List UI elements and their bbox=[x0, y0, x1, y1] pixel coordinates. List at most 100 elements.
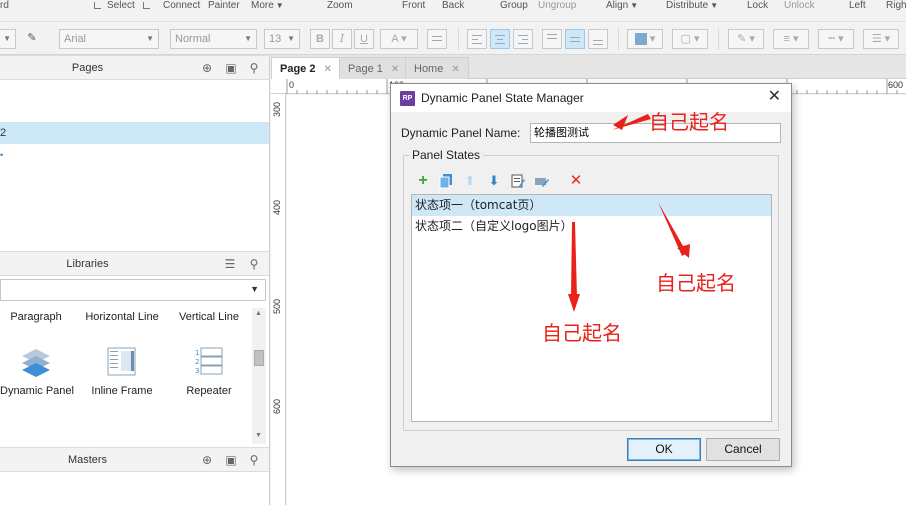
toolbar-front[interactable]: Front bbox=[402, 0, 425, 12]
scroll-up-icon[interactable]: ▲ bbox=[255, 310, 262, 317]
toolbar-distribute[interactable]: Distribute ▼ bbox=[666, 0, 718, 12]
font-size-select[interactable]: 13 ▼ bbox=[264, 29, 300, 49]
align-left-icon[interactable] bbox=[467, 29, 487, 49]
search-icon[interactable]: ⚲ bbox=[247, 61, 261, 75]
list-icon[interactable] bbox=[427, 29, 447, 49]
widget-paragraph-label[interactable]: Paragraph bbox=[6, 311, 66, 323]
duplicate-state-icon[interactable] bbox=[438, 173, 454, 189]
state-item-2[interactable]: 状态项二（自定义logo图片） bbox=[412, 216, 771, 237]
widget-vertical-line-label[interactable]: Vertical Line bbox=[174, 311, 244, 323]
shadow-icon[interactable]: ▢ ▾ bbox=[672, 29, 708, 49]
chevron-down-icon: ▼ bbox=[250, 284, 259, 294]
widget-repeater-label[interactable]: Repeater bbox=[178, 385, 240, 397]
widget-inline-frame-label[interactable]: Inline Frame bbox=[88, 385, 156, 397]
edit-state-icon[interactable] bbox=[510, 173, 526, 189]
close-icon[interactable]: ✕ bbox=[323, 64, 331, 75]
align-right-icon[interactable] bbox=[513, 29, 533, 49]
close-icon[interactable]: ✕ bbox=[451, 64, 459, 75]
line-width-icon[interactable]: ≡ ▾ bbox=[773, 29, 809, 49]
main-toolbar: rd Select Connect Painter More ▼ Zoom Fro… bbox=[0, 0, 906, 22]
line-color-icon[interactable]: ✎ ▾ bbox=[728, 29, 764, 49]
repeater-icon[interactable]: 1 2 3 bbox=[195, 347, 223, 377]
toolbar-painter[interactable]: Painter bbox=[208, 0, 240, 12]
close-icon[interactable]: ✕ bbox=[768, 88, 781, 106]
font-size-value: 13 bbox=[269, 33, 282, 45]
toolbar-connect[interactable]: Connect bbox=[163, 0, 200, 12]
select-mode-icon-2 bbox=[143, 2, 150, 9]
line-style-icon[interactable]: ┅ ▾ bbox=[818, 29, 854, 49]
search-icon[interactable]: ⚲ bbox=[247, 453, 261, 467]
font-color-icon[interactable]: A ▾ bbox=[380, 29, 418, 49]
tab-page-2[interactable]: Page 2 ✕ bbox=[271, 57, 341, 79]
italic-icon[interactable]: I bbox=[332, 29, 352, 49]
add-folder-icon[interactable]: ▣ bbox=[224, 453, 238, 467]
toolbar-align[interactable]: Align ▼ bbox=[606, 0, 638, 12]
chevron-down-icon: ▼ bbox=[287, 34, 295, 43]
edit-all-states-icon[interactable] bbox=[534, 173, 550, 189]
valign-bottom-icon[interactable] bbox=[588, 29, 608, 49]
fill-color-icon[interactable]: ▾ bbox=[627, 29, 663, 49]
toolbar-unlock[interactable]: Unlock bbox=[784, 0, 815, 12]
toolbar-item-partial[interactable]: rd bbox=[0, 0, 9, 12]
toolbar-more[interactable]: More ▼ bbox=[251, 0, 284, 12]
page-item-selected[interactable]: 2 bbox=[0, 122, 269, 144]
align-center-icon[interactable] bbox=[490, 29, 510, 49]
state-list[interactable]: 状态项一（tomcat页） 状态项二（自定义logo图片） bbox=[411, 194, 772, 422]
ok-button[interactable]: OK bbox=[627, 438, 701, 461]
toolbar-group[interactable]: Group bbox=[500, 0, 528, 12]
annotation-name-note: 自己起名 bbox=[649, 110, 729, 134]
inline-frame-icon[interactable] bbox=[107, 347, 137, 377]
toolbar-lock[interactable]: Lock bbox=[747, 0, 768, 12]
library-scrollbar[interactable]: ▲ ▼ bbox=[252, 308, 266, 444]
scrollbar-thumb[interactable] bbox=[254, 350, 264, 366]
font-family-select[interactable]: Arial ▼ bbox=[59, 29, 159, 49]
valign-middle-icon[interactable] bbox=[565, 29, 585, 49]
widget-dynamic-panel-label[interactable]: Dynamic Panel bbox=[0, 385, 74, 397]
page-item-marker[interactable]: • bbox=[0, 144, 269, 166]
close-icon[interactable]: ✕ bbox=[391, 64, 399, 75]
toolbar-select[interactable]: Select bbox=[107, 0, 135, 12]
add-page-icon[interactable]: ⊕ bbox=[200, 61, 214, 75]
tab-label: Page 2 bbox=[280, 63, 316, 75]
font-weight-select[interactable]: Normal ▼ bbox=[170, 29, 257, 49]
dynamic-panel-icon[interactable] bbox=[20, 348, 52, 378]
tab-label: Page 1 bbox=[348, 63, 383, 75]
widget-horizontal-line-label[interactable]: Horizontal Line bbox=[82, 311, 162, 323]
add-master-icon[interactable]: ⊕ bbox=[200, 453, 214, 467]
menu-icon[interactable]: ☰ bbox=[223, 257, 237, 271]
svg-text:2: 2 bbox=[195, 358, 199, 366]
tab-home[interactable]: Home ✕ bbox=[405, 57, 469, 79]
search-icon[interactable]: ⚲ bbox=[247, 257, 261, 271]
delete-state-icon[interactable]: ✕ bbox=[568, 173, 584, 189]
toolbar-left[interactable]: Left bbox=[849, 0, 866, 12]
toolbar-right[interactable]: Righ bbox=[886, 0, 906, 12]
tab-page-1[interactable]: Page 1 ✕ bbox=[339, 57, 409, 79]
cancel-button[interactable]: Cancel bbox=[706, 438, 780, 461]
bold-icon[interactable]: B bbox=[310, 29, 330, 49]
vertical-ruler: 300 400 500 600 bbox=[271, 94, 286, 505]
pages-panel-header: Pages ⊕ ▣ ⚲ bbox=[0, 55, 269, 80]
toolbar-zoom[interactable]: Zoom bbox=[327, 0, 353, 12]
add-folder-icon[interactable]: ▣ bbox=[224, 61, 238, 75]
valign-top-icon[interactable] bbox=[542, 29, 562, 49]
move-down-icon[interactable]: ⬇ bbox=[486, 173, 502, 189]
toolbar-ungroup[interactable]: Ungroup bbox=[538, 0, 576, 12]
style-dropdown[interactable]: ▼ bbox=[0, 29, 16, 49]
ruler-label: 0 bbox=[289, 80, 295, 90]
svg-text:1: 1 bbox=[195, 349, 199, 357]
scroll-down-icon[interactable]: ▼ bbox=[255, 432, 262, 439]
annotation-state1-note: 自己起名 bbox=[656, 271, 736, 295]
toolbar-back[interactable]: Back bbox=[442, 0, 464, 12]
ruler-label: 400 bbox=[272, 200, 282, 216]
chevron-down-icon: ▼ bbox=[275, 1, 284, 10]
library-select[interactable]: ▼ bbox=[0, 279, 266, 301]
ruler-label: 300 bbox=[272, 102, 282, 118]
font-weight-value: Normal bbox=[175, 33, 211, 45]
page-tabs: Page 2 ✕ Page 1 ✕ Home ✕ bbox=[271, 55, 906, 79]
underline-icon[interactable]: U bbox=[354, 29, 374, 49]
format-painter-icon[interactable]: ✎ bbox=[22, 29, 42, 49]
add-state-icon[interactable]: + bbox=[415, 173, 431, 189]
state-item-1[interactable]: 状态项一（tomcat页） bbox=[412, 195, 771, 216]
arrow-style-icon[interactable]: ☰ ▾ bbox=[863, 29, 899, 49]
move-up-icon[interactable]: ⬆ bbox=[462, 173, 478, 189]
